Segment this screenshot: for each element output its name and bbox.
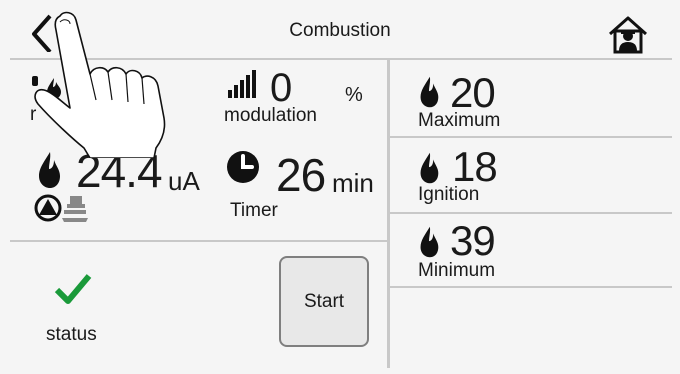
maximum-value: 20 [450,69,496,116]
ignition-value: 18 [452,143,498,190]
current-unit: uA [168,166,200,196]
start-button[interactable]: Start [279,256,369,347]
maximum-label: Maximum [418,110,501,131]
fan-icon [60,194,90,229]
checkmark-icon [54,272,92,311]
flame-icon [418,224,440,265]
pointing-hand-icon [24,8,184,163]
right-divider-2 [390,212,672,214]
clock-icon [226,150,260,189]
home-person-icon [609,16,647,54]
home-button[interactable] [606,14,650,54]
modulation-unit: % [345,84,363,106]
modulation-value: 0 [270,66,292,110]
timer-unit: min [332,168,374,198]
timer-label: Timer [230,200,278,221]
screen: Combustion r 0 % modulation 24.4 uA 26 m… [0,0,680,374]
right-divider-1 [390,136,672,138]
timer-value: 26 [276,149,326,201]
left-divider [10,240,387,242]
signal-bars-icon [228,70,262,105]
vertical-divider [387,60,390,368]
modulation-label: modulation [224,105,317,126]
minimum-label: Minimum [418,260,496,281]
right-divider-3 [390,286,672,288]
flame-icon [418,74,440,115]
status-label: status [46,324,97,345]
ignition-label: Ignition [418,184,480,205]
minimum-value: 39 [450,217,496,264]
pump-icon [34,194,62,227]
